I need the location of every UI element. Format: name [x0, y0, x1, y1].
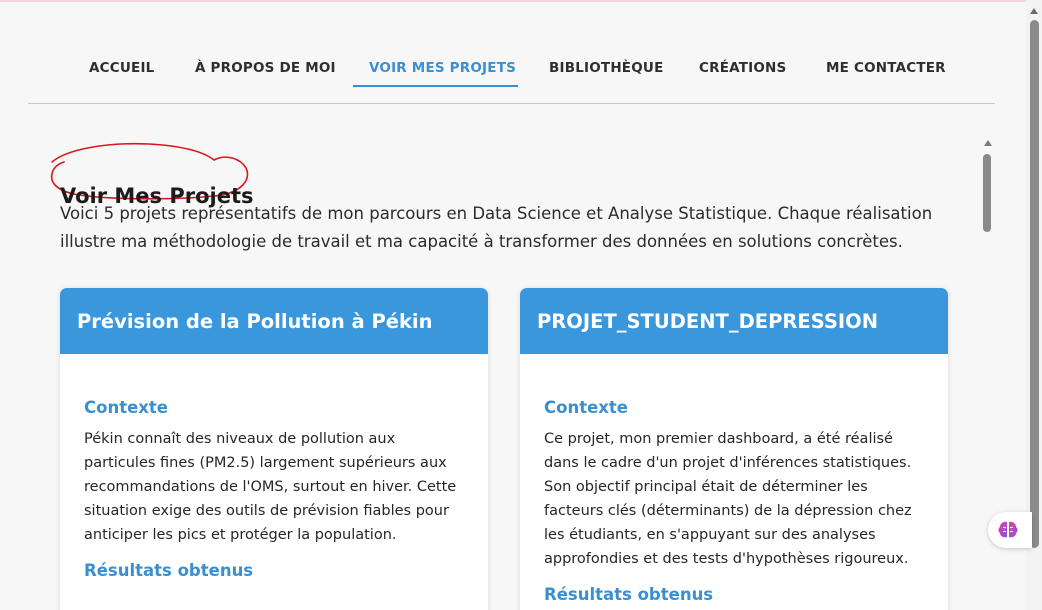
top-accent-line [0, 0, 1042, 2]
project-card: Prévision de la Pollution à Pékin Contex… [60, 288, 488, 610]
nav-item-voir-mes-projets[interactable]: VOIR MES PROJETS [369, 60, 516, 76]
context-text: Ce projet, mon premier dashboard, a été … [544, 431, 912, 567]
main-navigation: ACCUEIL À PROPOS DE MOI VOIR MES PROJETS… [28, 40, 995, 104]
brain-icon [998, 521, 1018, 538]
context-heading: Contexte [544, 398, 628, 417]
nav-item-creations[interactable]: CRÉATIONS [699, 60, 786, 76]
page-scroll-thumb[interactable] [1030, 20, 1039, 548]
results-heading: Résultats obtenus [84, 561, 254, 580]
context-text: Pékin connaît des niveaux de pollution a… [84, 431, 457, 543]
intro-paragraph: Voici 5 projets représentatifs de mon pa… [60, 204, 933, 251]
context-heading: Contexte [84, 398, 168, 417]
nav-item-a-propos[interactable]: À PROPOS DE MOI [195, 60, 336, 76]
project-card: PROJET_STUDENT_DEPRESSION Contexte Ce pr… [520, 288, 948, 610]
page-scroll-up-arrow-icon[interactable] [1030, 8, 1038, 14]
project-card-title: PROJET_STUDENT_DEPRESSION [520, 288, 948, 354]
nav-item-me-contacter[interactable]: ME CONTACTER [826, 60, 946, 76]
active-tab-underline [353, 85, 518, 87]
projects-content: Voir Mes Projets Voici 5 projets représe… [0, 136, 980, 610]
project-card-title: Prévision de la Pollution à Pékin [60, 288, 488, 354]
content-scroll-thumb[interactable] [983, 154, 991, 232]
nav-item-bibliotheque[interactable]: BIBLIOTHÈQUE [549, 60, 664, 76]
assistant-floating-button[interactable] [988, 512, 1032, 548]
results-heading: Résultats obtenus [544, 585, 714, 604]
scroll-up-arrow-icon[interactable] [984, 140, 992, 146]
nav-item-accueil[interactable]: ACCUEIL [89, 60, 154, 76]
